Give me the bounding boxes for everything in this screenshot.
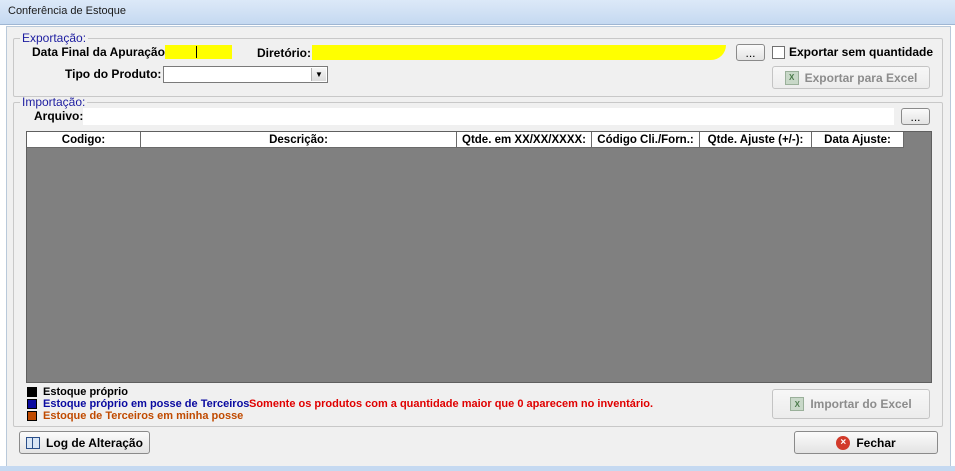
legend-label: Estoque de Terceiros em minha posse (43, 410, 244, 422)
import-legend: Importação: (22, 95, 86, 109)
arquivo-label: Arquivo: (34, 109, 84, 123)
arquivo-input[interactable] (83, 108, 894, 125)
sem-quantidade-label: Exportar sem quantidade (789, 45, 934, 59)
legend-swatch (27, 387, 37, 397)
export-legend: Exportação: (22, 31, 87, 45)
column-header-descricao[interactable]: Descrição: (141, 132, 457, 148)
import-excel-label: Importar do Excel (810, 397, 912, 411)
title-bar: Conferência de Estoque (0, 0, 955, 25)
column-header-data-ajuste[interactable]: Data Ajuste: (812, 132, 904, 148)
fechar-button[interactable]: × Fechar (794, 431, 938, 454)
arquivo-browse-button[interactable]: ... (901, 108, 930, 125)
diretorio-browse-button[interactable]: ... (736, 44, 765, 61)
window-bottom-border (0, 466, 955, 471)
text-cursor (196, 46, 197, 58)
legend-estoque-minha-posse: Estoque de Terceiros em minha posse (27, 410, 243, 422)
column-header-codigo[interactable]: Codigo: (27, 132, 141, 148)
close-icon: × (836, 435, 851, 450)
export-excel-button[interactable]: X Exportar para Excel (772, 66, 930, 89)
legend-swatch (27, 411, 37, 421)
sem-quantidade-checkbox[interactable] (772, 46, 785, 59)
log-alteracao-label: Log de Alteração (46, 435, 143, 450)
grid-header: Codigo: Descrição: Qtde. em XX/XX/XXXX: … (27, 132, 904, 148)
data-final-input[interactable] (165, 45, 232, 59)
tipo-produto-select[interactable]: ▼ (163, 66, 328, 83)
column-header-qtde-ajuste[interactable]: Qtde. Ajuste (+/-): (700, 132, 812, 148)
chevron-down-icon[interactable]: ▼ (311, 68, 326, 81)
import-excel-button[interactable]: X Importar do Excel (772, 389, 930, 419)
legend-label: Estoque próprio em posse de Terceiros (43, 398, 250, 410)
export-excel-label: Exportar para Excel (804, 70, 918, 85)
legend-swatch (27, 399, 37, 409)
column-header-qtde[interactable]: Qtde. em XX/XX/XXXX: (457, 132, 592, 148)
diretorio-input[interactable] (312, 45, 726, 60)
log-alteracao-button[interactable]: Log de Alteração (19, 431, 150, 454)
products-grid[interactable]: Codigo: Descrição: Qtde. em XX/XX/XXXX: … (26, 131, 932, 383)
window-title: Conferência de Estoque (8, 5, 127, 17)
main-window: Exportação: Data Final da Apuração: Dire… (6, 26, 951, 468)
excel-icon: X (790, 397, 805, 411)
book-icon (26, 436, 41, 449)
fechar-label: Fechar (856, 435, 896, 450)
legend-estoque-proprio: Estoque próprio (27, 386, 128, 398)
excel-icon: X (784, 70, 799, 85)
notice-text: Somente os produtos com a quantidade mai… (249, 398, 654, 410)
column-header-codigo-cli[interactable]: Código Cli./Forn.: (592, 132, 700, 148)
diretorio-label: Diretório: (257, 46, 311, 60)
legend-estoque-terceiros-posse: Estoque próprio em posse de Terceiros (27, 398, 249, 410)
legend-label: Estoque próprio (43, 386, 128, 398)
data-final-label: Data Final da Apuração: (32, 45, 169, 59)
tipo-produto-label: Tipo do Produto: (65, 67, 162, 81)
